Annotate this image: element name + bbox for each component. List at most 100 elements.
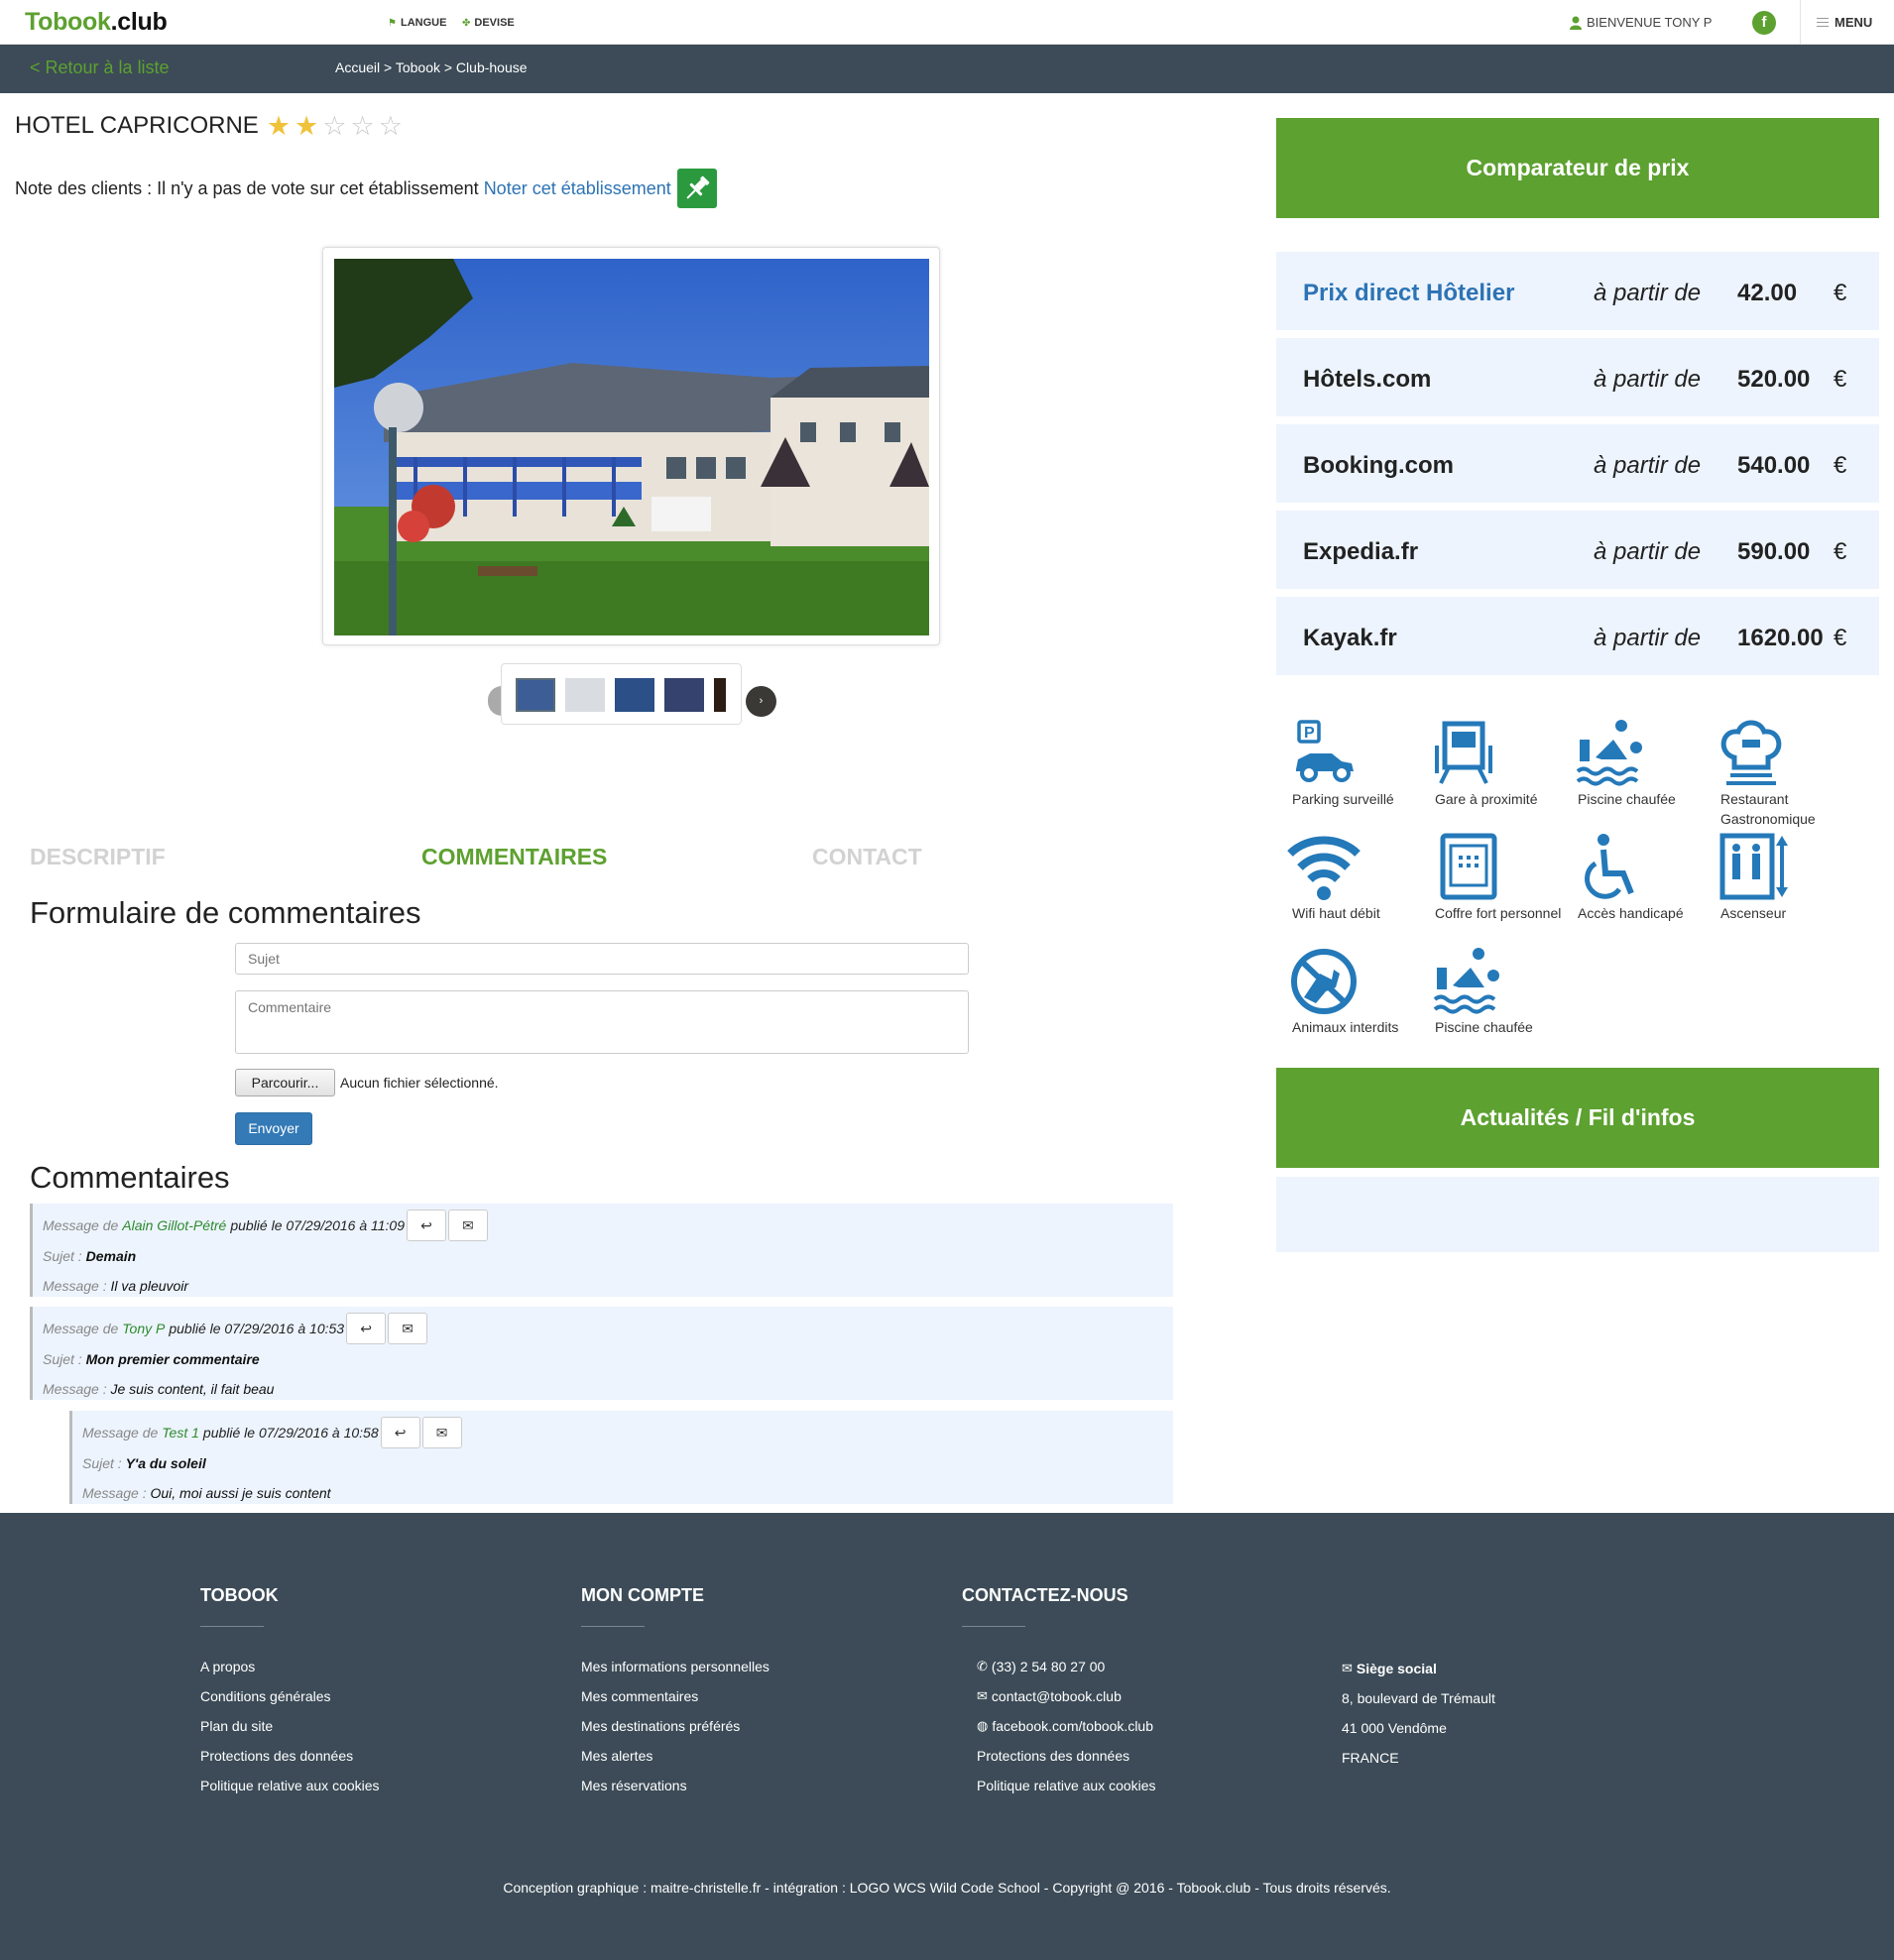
star-filled-icon[interactable]: ★ xyxy=(295,112,318,140)
send-button[interactable]: Envoyer xyxy=(235,1112,312,1145)
footer-link[interactable]: Politique relative aux cookies xyxy=(200,1778,380,1807)
comment-author[interactable]: Tony P xyxy=(122,1321,165,1336)
elevator-icon xyxy=(1705,832,1788,903)
envelope-icon[interactable]: ✉ xyxy=(388,1313,428,1344)
provider-name[interactable]: Prix direct Hôtelier xyxy=(1303,280,1514,307)
comment-subject: Sujet : Mon premier commentaire xyxy=(43,1351,260,1367)
carousel-prev-button[interactable] xyxy=(488,686,502,716)
amenity-accessibility: Accès handicapé xyxy=(1562,832,1706,923)
comment-meta: Message de Test 1 publié le 07/29/2016 à… xyxy=(82,1417,462,1448)
amenity-elevator: Ascenseur xyxy=(1705,832,1848,923)
price-row[interactable]: Prix direct Hôtelier à partir de 42.00 € xyxy=(1276,252,1879,330)
star-filled-icon[interactable]: ★ xyxy=(267,112,291,140)
price-row[interactable]: Expedia.fr à partir de 590.00 € xyxy=(1276,511,1879,589)
thumbnail[interactable] xyxy=(664,678,704,712)
facebook-icon[interactable]: f xyxy=(1752,11,1776,35)
tab-commentaires[interactable]: COMMENTAIRES xyxy=(421,844,607,870)
envelope-icon[interactable]: ✉ xyxy=(421,1417,462,1448)
footer-link[interactable]: Mes commentaires xyxy=(581,1688,769,1718)
footer-link[interactable]: Protections des données xyxy=(977,1748,1156,1778)
globe-icon: ◍ xyxy=(977,1718,989,1733)
footer-link[interactable]: Mes alertes xyxy=(581,1748,769,1778)
hotel-name: HOTEL CAPRICORNE xyxy=(15,112,259,139)
thumbnail[interactable] xyxy=(565,678,605,712)
price-value: 1620.00 xyxy=(1737,625,1824,651)
amenity-pool: Piscine chaufée xyxy=(1419,946,1563,1037)
site-logo[interactable]: Tobook.club xyxy=(25,8,168,37)
news-feed xyxy=(1276,1177,1879,1252)
comment-item: Message de Alain Gillot-Pétré publié le … xyxy=(30,1204,1173,1297)
provider-name[interactable]: Kayak.fr xyxy=(1303,625,1397,652)
browse-button[interactable]: Parcourir... xyxy=(235,1069,335,1096)
comments-heading: Commentaires xyxy=(30,1160,230,1195)
footer-link[interactable]: Mes informations personnelles xyxy=(581,1659,769,1688)
provider-name[interactable]: Expedia.fr xyxy=(1303,538,1418,566)
rate-link[interactable]: Noter cet établissement xyxy=(484,178,671,199)
customer-rating: Note des clients : Il n'y a pas de vote … xyxy=(15,169,717,208)
pin-icon[interactable] xyxy=(676,169,717,208)
reply-icon[interactable]: ↩ xyxy=(380,1417,420,1448)
provider-name[interactable]: Hôtels.com xyxy=(1303,366,1431,394)
rating-text: Note des clients : Il n'y a pas de vote … xyxy=(15,177,479,198)
price-row[interactable]: Kayak.fr à partir de 1620.00 € xyxy=(1276,597,1879,675)
amenity-wifi: Wifi haut débit xyxy=(1276,832,1420,923)
hotel-header: HOTEL CAPRICORNE ★ ★ ☆ ☆ ☆ xyxy=(15,112,403,140)
user-menu[interactable]: BIENVENUE TONY P xyxy=(1570,15,1712,30)
footer-email[interactable]: ✉ contact@tobook.club xyxy=(977,1688,1156,1718)
price-value: 590.00 xyxy=(1737,538,1811,565)
top-navbar: Tobook.club ⚑ LANGUE ✤ DEVISE BIENVENUE … xyxy=(0,0,1894,45)
menu-button[interactable]: MENU xyxy=(1817,15,1872,30)
footer-facebook[interactable]: ◍ facebook.com/tobook.club xyxy=(977,1718,1156,1748)
subject-input[interactable] xyxy=(235,943,969,975)
currency-menu[interactable]: ✤ DEVISE xyxy=(462,17,515,29)
footer-link[interactable]: Conditions générales xyxy=(200,1688,380,1718)
footer-link[interactable]: Mes réservations xyxy=(581,1778,769,1807)
divider xyxy=(1800,0,1801,45)
tab-contact[interactable]: CONTACT xyxy=(812,844,922,870)
thumbnail[interactable] xyxy=(714,678,726,712)
thumbnail-strip xyxy=(501,663,742,725)
footer-link[interactable]: Politique relative aux cookies xyxy=(977,1778,1156,1807)
reply-icon[interactable]: ↩ xyxy=(346,1313,387,1344)
provider-name[interactable]: Booking.com xyxy=(1303,452,1454,480)
footer-link[interactable]: Mes destinations préférés xyxy=(581,1718,769,1748)
comment-date: publié le 07/29/2016 à 10:53 xyxy=(169,1321,345,1336)
language-menu[interactable]: ⚑ LANGUE xyxy=(388,17,446,29)
footer-link[interactable]: Protections des données xyxy=(200,1748,380,1778)
comment-author[interactable]: Test 1 xyxy=(162,1425,199,1441)
comment-textarea[interactable] xyxy=(235,990,969,1054)
no-pets-icon xyxy=(1276,946,1357,1017)
price-row[interactable]: Hôtels.com à partir de 520.00 € xyxy=(1276,338,1879,416)
star-empty-icon[interactable]: ☆ xyxy=(350,112,374,140)
head-office-label: ✉ Siège social xyxy=(1342,1661,1437,1676)
comment-date: publié le 07/29/2016 à 11:09 xyxy=(230,1217,405,1233)
thumbnail[interactable] xyxy=(615,678,654,712)
hamburger-icon xyxy=(1817,18,1829,27)
reply-icon[interactable]: ↩ xyxy=(407,1210,446,1241)
carousel-next-button[interactable]: › xyxy=(746,686,776,717)
tab-descriptif[interactable]: DESCRIPTIF xyxy=(30,844,166,870)
thumbnail[interactable] xyxy=(516,678,555,712)
svg-text:P: P xyxy=(1304,725,1315,742)
comment-item: Message de Tony P publié le 07/29/2016 à… xyxy=(30,1307,1173,1400)
envelope-icon[interactable]: ✉ xyxy=(448,1210,488,1241)
comment-message: Message : Il va pleuvoir xyxy=(43,1278,189,1294)
footer-link[interactable]: Plan du site xyxy=(200,1718,380,1748)
form-heading: Formulaire de commentaires xyxy=(30,895,421,930)
back-to-list-link[interactable]: < Retour à la liste xyxy=(30,58,170,78)
footer-col-contact: CONTACTEZ-NOUS ✆ (33) 2 54 80 27 00 ✉ cont… xyxy=(962,1585,1156,1807)
comment-author[interactable]: Alain Gillot-Pétré xyxy=(122,1217,226,1233)
sub-navbar: < Retour à la liste Accueil > Tobook > C… xyxy=(0,45,1894,93)
comment-message: Message : Oui, moi aussi je suis content xyxy=(82,1485,331,1501)
footer-link[interactable]: A propos xyxy=(200,1659,380,1688)
star-empty-icon[interactable]: ☆ xyxy=(322,112,346,140)
address-line: 8, boulevard de Trémault xyxy=(1342,1690,1495,1706)
news-header: Actualités / Fil d'infos xyxy=(1276,1068,1879,1168)
user-icon xyxy=(1570,16,1582,30)
comment-subject: Sujet : Demain xyxy=(43,1248,137,1264)
hotel-photo[interactable] xyxy=(334,259,929,635)
parking-icon: P xyxy=(1276,718,1356,789)
star-empty-icon[interactable]: ☆ xyxy=(379,112,403,140)
price-row[interactable]: Booking.com à partir de 540.00 € xyxy=(1276,424,1879,503)
footer-phone[interactable]: ✆ (33) 2 54 80 27 00 xyxy=(977,1659,1156,1688)
